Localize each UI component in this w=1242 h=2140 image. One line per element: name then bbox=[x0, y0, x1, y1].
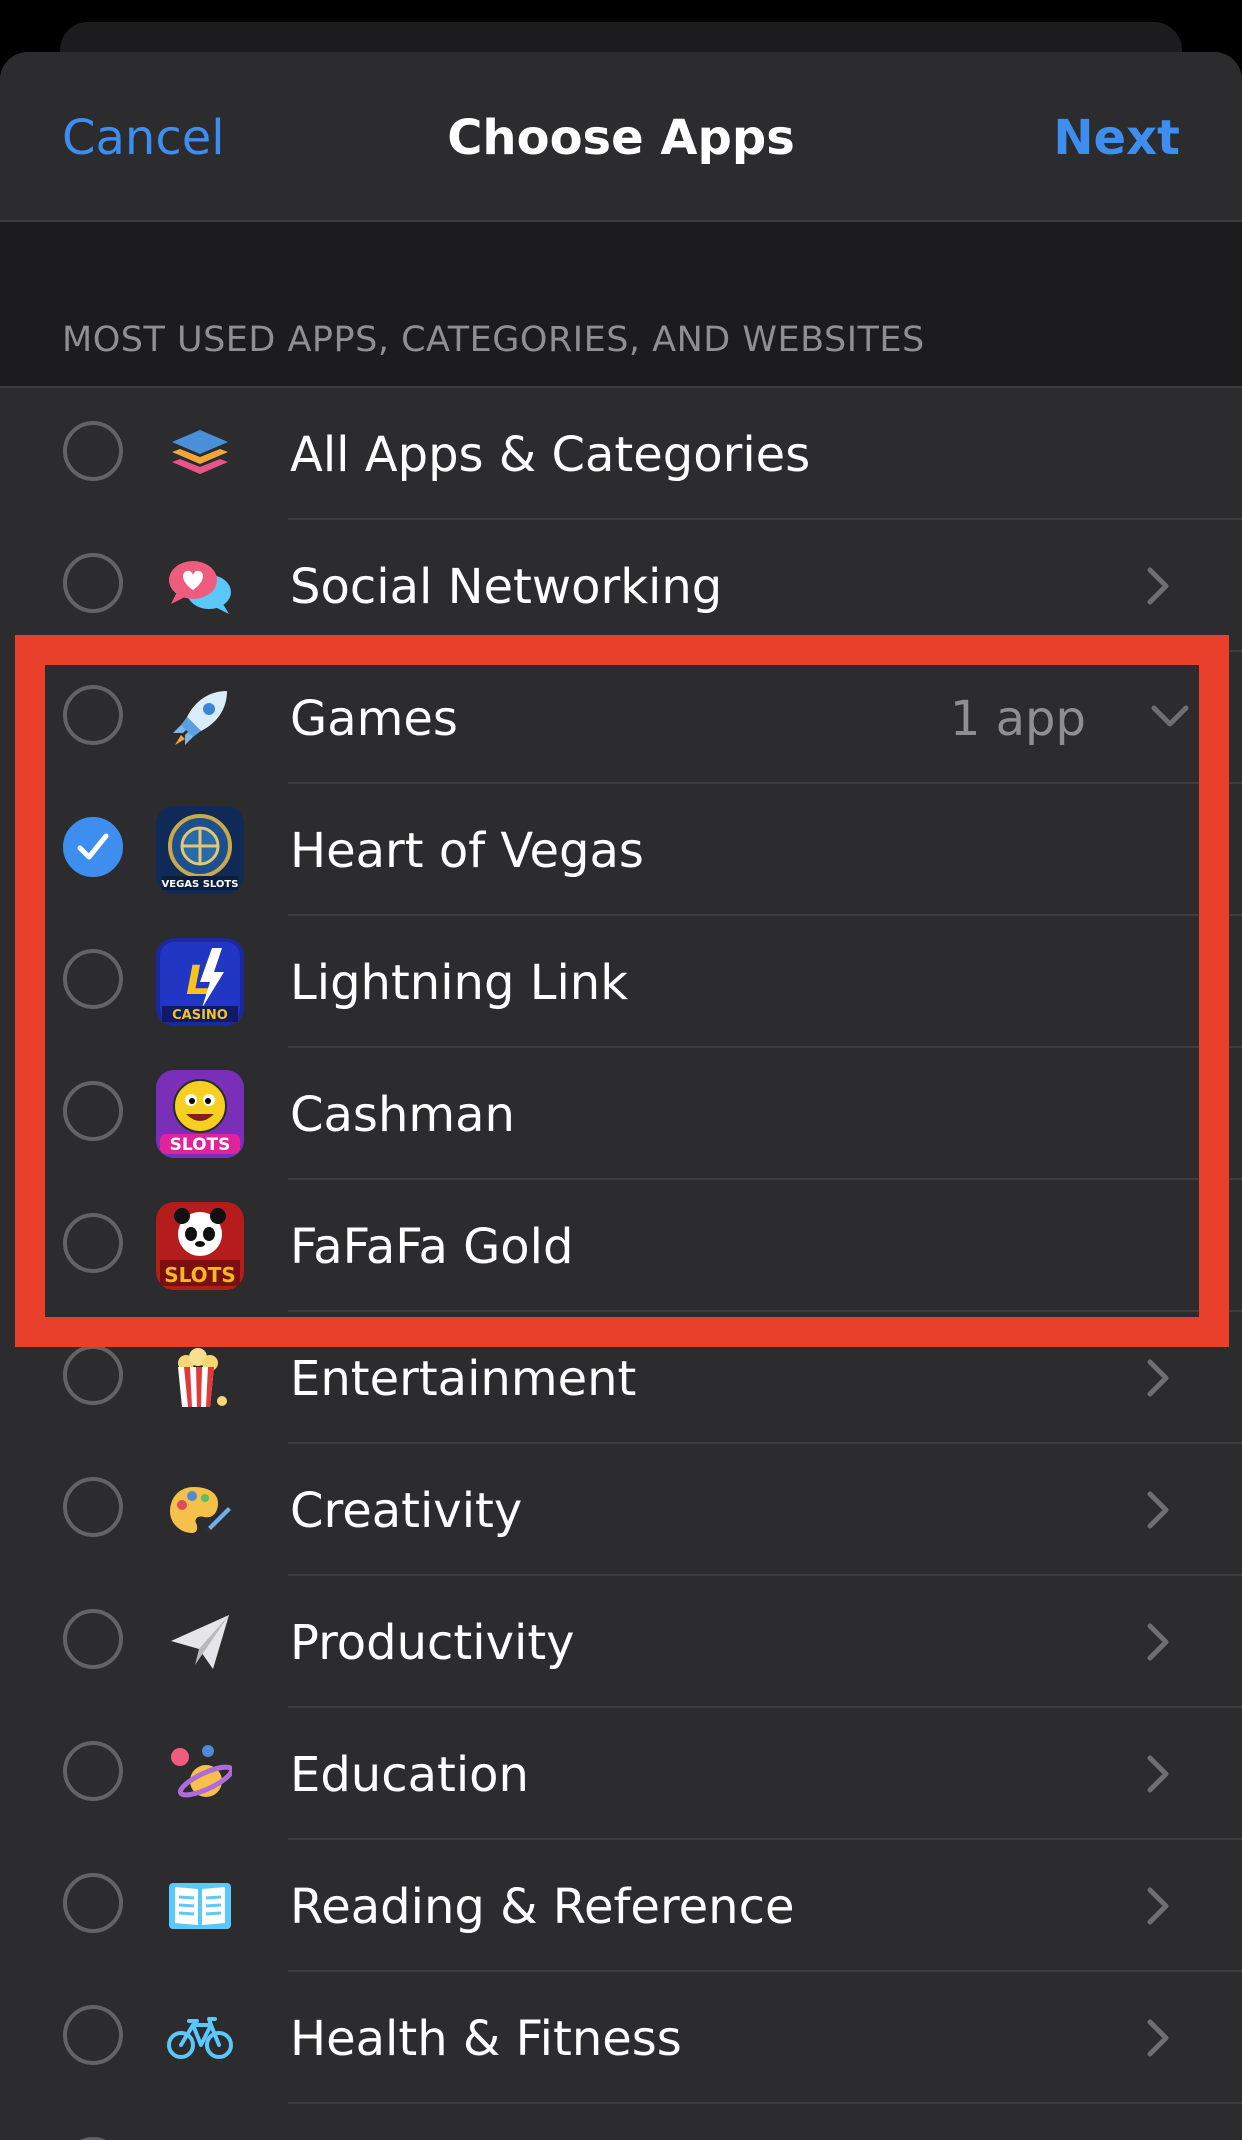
row-partial[interactable] bbox=[0, 2104, 1242, 2140]
checkmark-icon bbox=[77, 833, 109, 860]
screen: Cancel Choose Apps Next MOST USED APPS, … bbox=[0, 0, 1242, 2140]
svg-text:CASINO: CASINO bbox=[172, 1008, 228, 1023]
row-productivity[interactable]: Productivity bbox=[0, 1576, 1242, 1708]
paper-plane-icon bbox=[156, 1598, 244, 1686]
row-label: Reading & Reference bbox=[290, 1879, 795, 1935]
row-label: Heart of Vegas bbox=[290, 823, 644, 879]
row-label: Creativity bbox=[290, 1483, 523, 1539]
row-fafafa-gold[interactable]: SLOTS FaFaFa Gold bbox=[0, 1180, 1242, 1312]
svg-text:SLOTS: SLOTS bbox=[170, 1135, 231, 1155]
chevron-right-icon bbox=[1146, 1622, 1170, 1666]
chevron-down-icon bbox=[1150, 704, 1190, 732]
chevron-right-icon bbox=[1146, 1754, 1170, 1798]
row-lightning-link[interactable]: L CASINO Lightning Link bbox=[0, 916, 1242, 1048]
row-label: Productivity bbox=[290, 1615, 575, 1671]
row-health-fitness[interactable]: Health & Fitness bbox=[0, 1972, 1242, 2104]
row-entertainment[interactable]: Entertainment bbox=[0, 1312, 1242, 1444]
selection-radio[interactable] bbox=[63, 949, 123, 1009]
selection-radio[interactable] bbox=[63, 2005, 123, 2065]
section-header: MOST USED APPS, CATEGORIES, AND WEBSITES bbox=[62, 320, 925, 360]
selection-radio[interactable] bbox=[63, 1477, 123, 1537]
rocket-icon bbox=[156, 674, 244, 762]
selection-radio[interactable] bbox=[63, 1345, 123, 1405]
selection-radio[interactable] bbox=[63, 421, 123, 481]
selection-radio[interactable] bbox=[63, 553, 123, 613]
row-label: Health & Fitness bbox=[290, 2011, 682, 2067]
row-education[interactable]: Education bbox=[0, 1708, 1242, 1840]
chevron-right-icon bbox=[1146, 1490, 1170, 1534]
row-cashman[interactable]: SLOTS Cashman bbox=[0, 1048, 1242, 1180]
heart-of-vegas-app-icon: VEGAS SLOTS bbox=[156, 806, 244, 894]
row-social-networking[interactable]: Social Networking bbox=[0, 520, 1242, 652]
row-label: All Apps & Categories bbox=[290, 427, 811, 483]
row-reading-reference[interactable]: Reading & Reference bbox=[0, 1840, 1242, 1972]
chevron-right-icon bbox=[1146, 2018, 1170, 2062]
selection-radio[interactable] bbox=[63, 1081, 123, 1141]
cashman-app-icon: SLOTS bbox=[156, 1070, 244, 1158]
palette-icon bbox=[156, 1466, 244, 1554]
category-list: All Apps & Categories Social Networking bbox=[0, 386, 1242, 2140]
planet-icon bbox=[156, 1730, 244, 1818]
selection-radio[interactable] bbox=[63, 1741, 123, 1801]
svg-text:VEGAS SLOTS: VEGAS SLOTS bbox=[162, 879, 239, 890]
selection-radio-checked[interactable] bbox=[63, 817, 123, 877]
stack-layers-icon bbox=[156, 410, 244, 498]
row-all-apps-categories[interactable]: All Apps & Categories bbox=[0, 388, 1242, 520]
row-label: Cashman bbox=[290, 1087, 515, 1143]
selection-radio[interactable] bbox=[63, 685, 123, 745]
bicycle-icon bbox=[156, 1994, 244, 2082]
open-book-icon bbox=[156, 1862, 244, 1950]
row-label: Education bbox=[290, 1747, 529, 1803]
selection-radio[interactable] bbox=[63, 1213, 123, 1273]
row-heart-of-vegas[interactable]: VEGAS SLOTS Heart of Vegas bbox=[0, 784, 1242, 916]
fafafa-gold-app-icon: SLOTS bbox=[156, 1202, 244, 1290]
chat-bubbles-heart-icon bbox=[156, 542, 244, 630]
chevron-right-icon bbox=[1146, 566, 1170, 610]
row-creativity[interactable]: Creativity bbox=[0, 1444, 1242, 1576]
row-label: Games bbox=[290, 691, 458, 747]
chevron-right-icon bbox=[1146, 1886, 1170, 1930]
next-button[interactable]: Next bbox=[1053, 102, 1180, 174]
app-count: 1 app bbox=[949, 691, 1086, 747]
row-label: Entertainment bbox=[290, 1351, 637, 1407]
chevron-right-icon bbox=[1146, 1358, 1170, 1402]
row-label: Lightning Link bbox=[290, 955, 628, 1011]
choose-apps-sheet: Cancel Choose Apps Next MOST USED APPS, … bbox=[0, 52, 1242, 2140]
popcorn-icon bbox=[156, 1334, 244, 1422]
row-label: FaFaFa Gold bbox=[290, 1219, 574, 1275]
row-label: Social Networking bbox=[290, 559, 723, 615]
row-games[interactable]: Games 1 app bbox=[0, 652, 1242, 784]
svg-text:SLOTS: SLOTS bbox=[164, 1263, 235, 1287]
navigation-bar: Cancel Choose Apps Next bbox=[0, 52, 1242, 222]
lightning-link-app-icon: L CASINO bbox=[156, 938, 244, 1026]
selection-radio[interactable] bbox=[63, 1609, 123, 1669]
selection-radio[interactable] bbox=[63, 1873, 123, 1933]
